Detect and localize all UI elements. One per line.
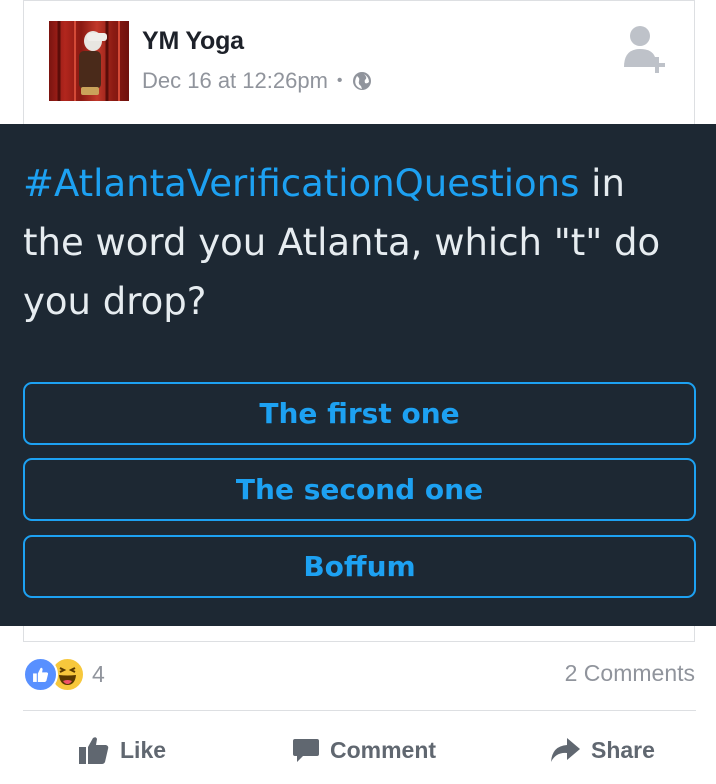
share-button[interactable]: Share: [549, 730, 655, 770]
facebook-post: YM Yoga Dec 16 at 12:26pm • #AtlantaVeri…: [0, 0, 716, 784]
actions-divider: [23, 710, 696, 711]
page-name[interactable]: YM Yoga: [142, 27, 244, 56]
reactions-summary[interactable]: 4: [23, 656, 105, 692]
card-bottom-edge: [23, 626, 695, 642]
comment-label: Comment: [330, 736, 437, 763]
poll-choice-1[interactable]: The first one: [23, 382, 696, 445]
post-meta: Dec 16 at 12:26pm •: [142, 68, 372, 94]
like-reaction-icon: [23, 656, 58, 692]
poll-choice-3[interactable]: Boffum: [23, 535, 696, 598]
post-timestamp[interactable]: Dec 16 at 12:26pm: [142, 68, 328, 94]
post-header: YM Yoga Dec 16 at 12:26pm •: [23, 0, 695, 124]
comment-button[interactable]: Comment: [292, 730, 436, 770]
poll-panel: #AtlantaVerificationQuestions in the wor…: [0, 124, 716, 626]
meta-separator: •: [336, 72, 343, 89]
thumbs-up-icon: [79, 737, 109, 764]
hashtag-link[interactable]: #AtlantaVerificationQuestions: [23, 162, 579, 205]
comments-count[interactable]: 2 Comments: [565, 660, 695, 687]
page-avatar[interactable]: [49, 21, 129, 101]
share-label: Share: [591, 736, 655, 763]
like-button[interactable]: Like: [78, 730, 166, 770]
share-arrow-icon: [551, 738, 580, 762]
poll-question: #AtlantaVerificationQuestions in the wor…: [23, 154, 693, 331]
like-label: Like: [120, 736, 167, 763]
comment-icon: [293, 739, 319, 762]
reaction-count: 4: [92, 660, 105, 687]
add-friend-icon[interactable]: [622, 23, 670, 75]
page-avatar-image: [57, 21, 120, 101]
globe-icon[interactable]: [352, 71, 372, 91]
poll-choice-2[interactable]: The second one: [23, 458, 696, 521]
